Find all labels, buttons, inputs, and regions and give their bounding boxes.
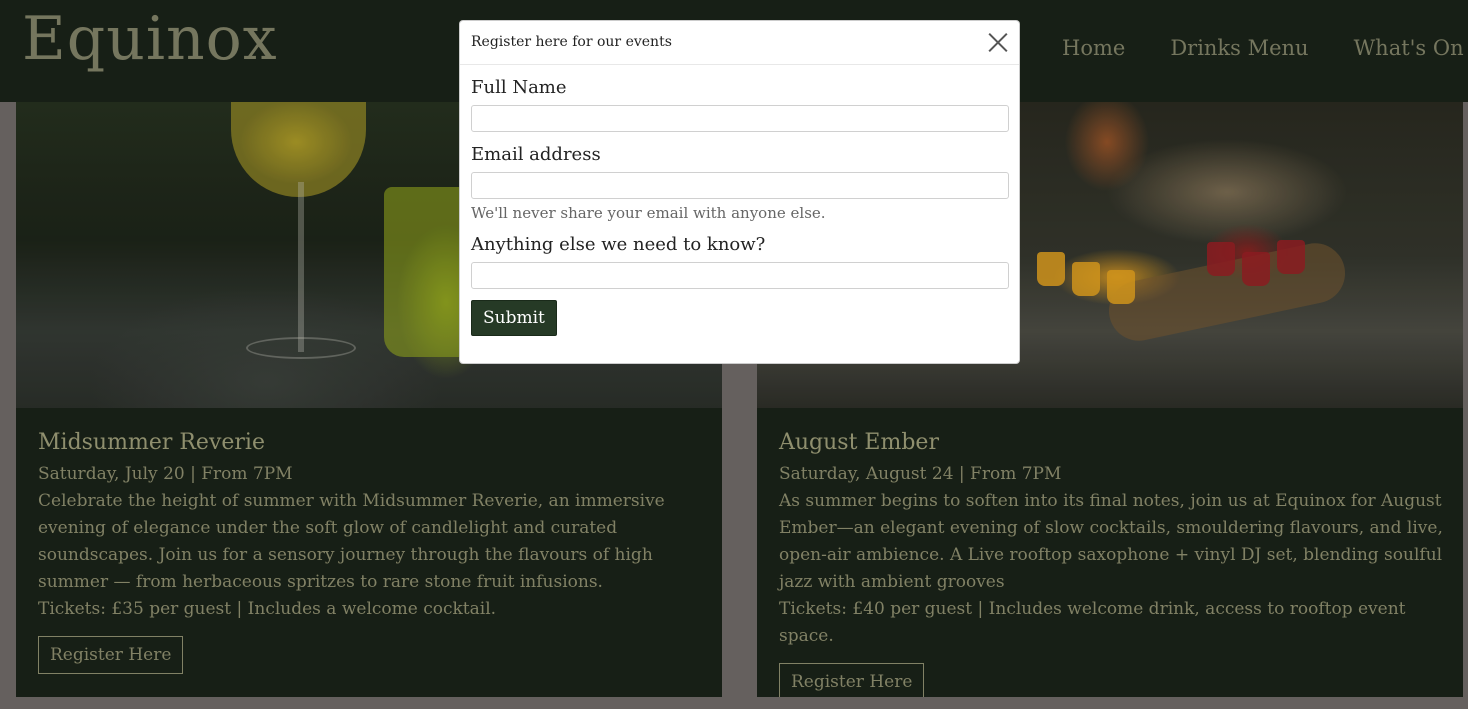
email-help-text: We'll never share your email with anyone… — [471, 204, 826, 222]
registration-modal: Register here for our events Full Name E… — [459, 20, 1020, 364]
modal-title: Register here for our events — [471, 34, 672, 50]
email-label: Email address — [471, 144, 601, 165]
notes-input[interactable] — [471, 262, 1009, 289]
email-input[interactable] — [471, 172, 1009, 199]
submit-button[interactable]: Submit — [471, 300, 557, 336]
full-name-input[interactable] — [471, 105, 1009, 132]
notes-label: Anything else we need to know? — [471, 234, 766, 255]
full-name-label: Full Name — [471, 77, 567, 98]
modal-header: Register here for our events — [460, 21, 1019, 65]
registration-form: Full Name Email address We'll never shar… — [460, 65, 1019, 336]
close-icon[interactable] — [985, 29, 1011, 55]
